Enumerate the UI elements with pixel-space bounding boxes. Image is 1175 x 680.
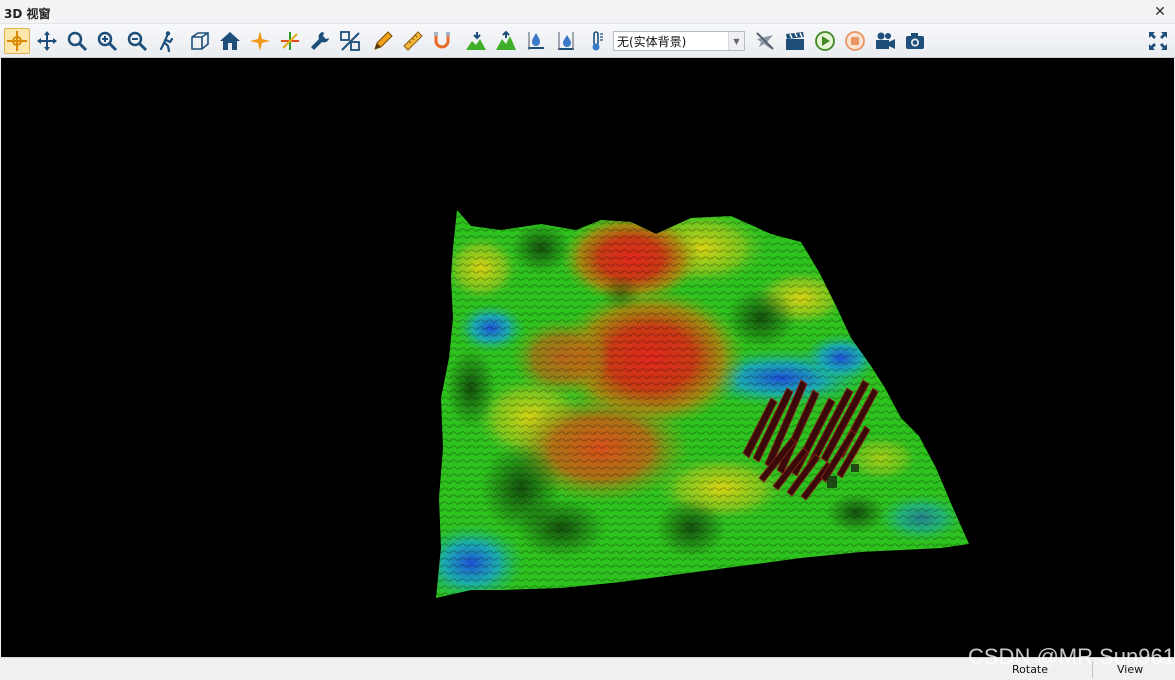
move-button[interactable] [34, 28, 60, 54]
walk-icon [159, 31, 174, 52]
center-point-button[interactable] [247, 28, 273, 54]
ruler-icon [403, 31, 423, 51]
scale-ratio-icon [340, 31, 360, 51]
close-button[interactable]: ✕ [1151, 3, 1169, 21]
water-level-2-button[interactable] [553, 28, 579, 54]
home-icon [220, 32, 240, 50]
terrain-lower-button[interactable] [463, 28, 489, 54]
pencil-button[interactable] [370, 28, 396, 54]
axis-icon [281, 32, 299, 50]
video-camera-icon [876, 32, 895, 49]
walk-button[interactable] [154, 28, 180, 54]
zoom-out-button[interactable] [124, 28, 150, 54]
title-bar: 3D 视窗 ✕ [0, 0, 1175, 24]
play-button[interactable] [812, 28, 838, 54]
cube-icon [191, 32, 209, 50]
fullscreen-icon [1149, 32, 1167, 50]
stop-icon [845, 31, 865, 51]
fly-off-icon [756, 32, 774, 50]
wrench-icon [311, 32, 329, 50]
home-button[interactable] [217, 28, 243, 54]
video-camera-button[interactable] [872, 28, 898, 54]
wrench-button[interactable] [307, 28, 333, 54]
water-level-2-icon [558, 32, 574, 50]
toolbar: 无(实体背景) ▼ [0, 24, 1175, 58]
zoom-out-icon [127, 31, 148, 52]
background-select[interactable]: 无(实体背景) ▼ [613, 31, 745, 51]
scale-ratio-button[interactable] [337, 28, 363, 54]
magnet-button[interactable] [430, 28, 456, 54]
app-window: 3D 视窗 ✕ 无(实体背景) ▼ Rotate View CSDN @MR.S… [0, 0, 1175, 680]
thermometer-icon [592, 31, 603, 51]
3d-viewport[interactable] [1, 58, 1174, 657]
zoom-in-button[interactable] [94, 28, 120, 54]
zoom-in-icon [97, 31, 118, 52]
zoom-icon [67, 31, 88, 52]
chevron-down-icon[interactable]: ▼ [728, 32, 744, 50]
photo-camera-icon [906, 33, 924, 49]
background-select-value: 无(实体背景) [617, 34, 687, 49]
terrain-raise-icon [496, 30, 516, 50]
fullscreen-button[interactable] [1145, 28, 1171, 54]
clapper-button[interactable] [782, 28, 808, 54]
terrain-raise-button[interactable] [493, 28, 519, 54]
ruler-button[interactable] [400, 28, 426, 54]
cube-button[interactable] [187, 28, 213, 54]
clapper-icon [786, 32, 804, 50]
fly-off-button[interactable] [752, 28, 778, 54]
pan-select-icon [7, 31, 27, 51]
axis-button[interactable] [277, 28, 303, 54]
water-level-button[interactable] [523, 28, 549, 54]
center-point-icon [250, 31, 270, 51]
water-level-icon [528, 32, 544, 50]
thermometer-button[interactable] [583, 28, 609, 54]
window-title: 3D 视窗 [4, 7, 51, 21]
watermark: CSDN @MR.Sun961 [968, 644, 1175, 669]
play-icon [815, 31, 835, 51]
stop-button[interactable] [842, 28, 868, 54]
move-icon [37, 31, 57, 51]
magnet-icon [434, 32, 450, 49]
zoom-button[interactable] [64, 28, 90, 54]
photo-camera-button[interactable] [902, 28, 928, 54]
terrain-surface [436, 210, 969, 598]
terrain-lower-icon [466, 32, 486, 50]
pan-select-button[interactable] [4, 28, 30, 54]
terrain-scene [436, 210, 969, 598]
pencil-icon [374, 31, 393, 50]
